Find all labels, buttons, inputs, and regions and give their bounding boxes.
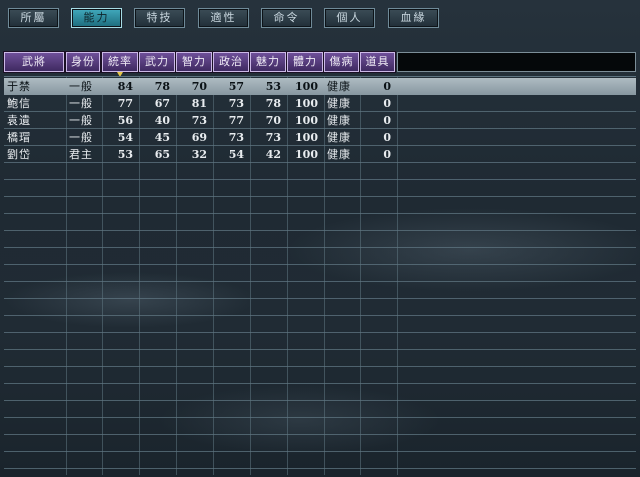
cell-officer-name: 于禁 <box>7 80 31 93</box>
cell-intelligence: 69 <box>191 131 207 144</box>
grid-line <box>4 281 636 282</box>
cell-intelligence: 70 <box>191 80 207 93</box>
tab-bloodline[interactable]: 血緣 <box>388 8 439 28</box>
cell-leadership: 56 <box>117 114 133 127</box>
cell-leadership: 77 <box>117 97 133 110</box>
header-blank-panel <box>397 52 636 72</box>
grid-line <box>4 179 636 180</box>
grid-line <box>4 434 636 435</box>
tab-ability[interactable]: 能力 <box>71 8 122 28</box>
grid-line <box>4 468 636 469</box>
grid-line <box>4 451 636 452</box>
col-header-items[interactable]: 道具 <box>359 51 396 73</box>
cell-war: 65 <box>154 148 170 161</box>
col-header-rank[interactable]: 身份 <box>65 51 101 73</box>
table-header: 武將 身份 統率 武力 智力 政治 魅力 體力 傷病 道具 <box>3 51 636 77</box>
cell-politics: 57 <box>228 80 244 93</box>
cell-officer-name: 鮑信 <box>7 97 31 110</box>
cell-rank: 一般 <box>69 80 93 93</box>
officer-table: 于禁 一般 84 78 70 57 53 100 健康 0 鮑信 一般 77 67 81 73 78 100 健康 0… <box>4 76 636 475</box>
cell-rank: 一般 <box>69 131 93 144</box>
table-row[interactable]: 劉岱 君主 53 65 32 54 42 100 健康 0 <box>4 146 636 163</box>
cell-charisma: 42 <box>265 148 281 161</box>
cell-politics: 54 <box>228 148 244 161</box>
cell-charisma: 70 <box>265 114 281 127</box>
grid-line <box>4 213 636 214</box>
cell-politics: 73 <box>228 97 244 110</box>
cell-items: 0 <box>383 97 391 110</box>
cell-intelligence: 32 <box>191 148 207 161</box>
grid-line <box>4 247 636 248</box>
tab-affiliation[interactable]: 所屬 <box>8 8 59 28</box>
cell-leadership: 53 <box>117 148 133 161</box>
cell-intelligence: 81 <box>191 97 207 110</box>
cell-officer-name: 袁遺 <box>7 114 31 127</box>
cell-condition: 健康 <box>327 131 351 144</box>
cell-condition: 健康 <box>327 80 351 93</box>
cell-leadership: 54 <box>117 131 133 144</box>
cell-condition: 健康 <box>327 148 351 161</box>
cell-rank: 君主 <box>69 148 93 161</box>
col-header-politics[interactable]: 政治 <box>212 51 250 73</box>
table-row[interactable]: 于禁 一般 84 78 70 57 53 100 健康 0 <box>4 78 636 95</box>
tab-command[interactable]: 命令 <box>261 8 312 28</box>
cell-stamina: 100 <box>295 80 318 93</box>
cell-charisma: 53 <box>265 80 281 93</box>
col-header-war[interactable]: 武力 <box>138 51 176 73</box>
cell-items: 0 <box>383 131 391 144</box>
grid-line <box>4 383 636 384</box>
table-row[interactable]: 橋瑁 一般 54 45 69 73 73 100 健康 0 <box>4 129 636 146</box>
grid-line <box>4 264 636 265</box>
cell-stamina: 100 <box>295 114 318 127</box>
grid-line <box>4 230 636 231</box>
cell-officer-name: 橋瑁 <box>7 131 31 144</box>
grid-line <box>4 366 636 367</box>
cell-leadership: 84 <box>117 80 133 93</box>
cell-rank: 一般 <box>69 97 93 110</box>
grid-line <box>4 315 636 316</box>
col-header-condition[interactable]: 傷病 <box>323 51 360 73</box>
col-header-stamina[interactable]: 體力 <box>286 51 324 73</box>
cell-charisma: 78 <box>265 97 281 110</box>
tab-personal[interactable]: 個人 <box>324 8 375 28</box>
grid-line <box>4 400 636 401</box>
cell-stamina: 100 <box>295 131 318 144</box>
col-header-charisma[interactable]: 魅力 <box>249 51 287 73</box>
cell-stamina: 100 <box>295 148 318 161</box>
cell-items: 0 <box>383 80 391 93</box>
cell-war: 78 <box>154 80 170 93</box>
cell-intelligence: 73 <box>191 114 207 127</box>
tab-aptitude[interactable]: 適性 <box>198 8 249 28</box>
tab-special-skills[interactable]: 特技 <box>134 8 185 28</box>
cell-items: 0 <box>383 148 391 161</box>
table-row[interactable]: 袁遺 一般 56 40 73 77 70 100 健康 0 <box>4 112 636 129</box>
cell-condition: 健康 <box>327 97 351 110</box>
col-header-intelligence[interactable]: 智力 <box>175 51 213 73</box>
grid-line <box>4 298 636 299</box>
cell-war: 67 <box>154 97 170 110</box>
cell-politics: 77 <box>228 114 244 127</box>
cell-officer-name: 劉岱 <box>7 148 31 161</box>
col-header-officer[interactable]: 武將 <box>3 51 65 73</box>
cell-war: 45 <box>154 131 170 144</box>
grid-line <box>4 332 636 333</box>
tab-bar: 所屬 能力 特技 適性 命令 個人 血緣 <box>0 0 640 40</box>
cell-politics: 73 <box>228 131 244 144</box>
cell-stamina: 100 <box>295 97 318 110</box>
grid-line <box>4 417 636 418</box>
cell-items: 0 <box>383 114 391 127</box>
table-row[interactable]: 鮑信 一般 77 67 81 73 78 100 健康 0 <box>4 95 636 112</box>
col-header-leadership[interactable]: 統率 <box>101 51 139 73</box>
grid-line <box>4 349 636 350</box>
cell-charisma: 73 <box>265 131 281 144</box>
grid-line <box>4 196 636 197</box>
cell-condition: 健康 <box>327 114 351 127</box>
cell-rank: 一般 <box>69 114 93 127</box>
cell-war: 40 <box>154 114 170 127</box>
